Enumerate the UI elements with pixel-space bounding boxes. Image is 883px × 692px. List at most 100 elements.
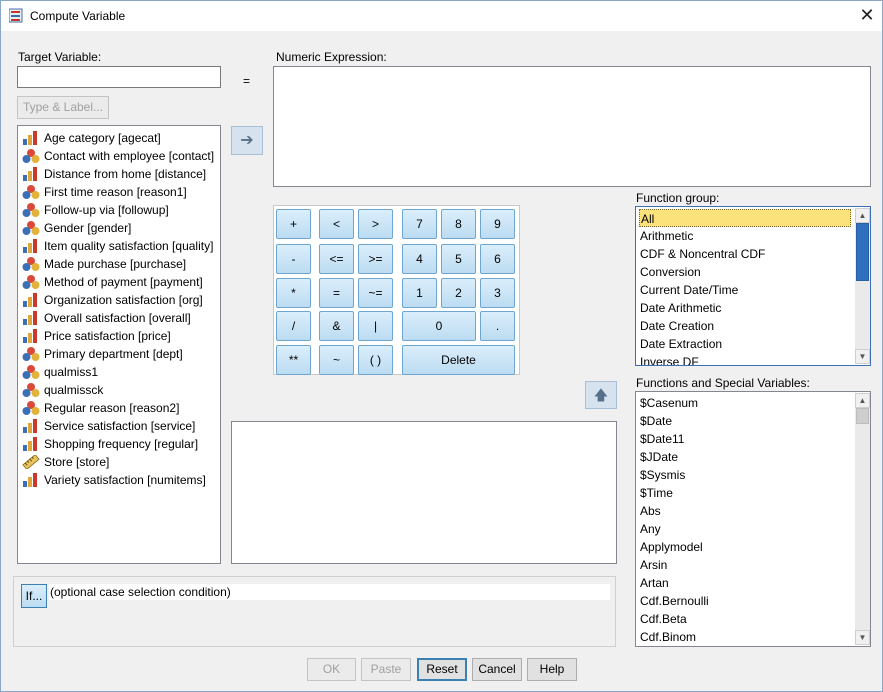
variable-label: Item quality satisfaction [quality] (44, 239, 214, 253)
scroll-down-icon[interactable]: ▼ (855, 349, 870, 364)
key-less-equal[interactable]: <= (319, 244, 354, 274)
key-parentheses[interactable]: ( ) (358, 345, 393, 375)
variable-label: Contact with employee [contact] (44, 149, 215, 163)
scroll-down-icon[interactable]: ▼ (855, 630, 870, 645)
function-list-item[interactable]: $Time (639, 484, 851, 502)
function-list-item[interactable]: Any (639, 520, 851, 538)
key-equal[interactable]: = (319, 278, 354, 308)
key-or[interactable]: | (358, 311, 393, 341)
function-group-list[interactable]: ▲ ▼ All Arithmetic CDF & Noncentral CDF Con… (635, 206, 871, 366)
function-list-item[interactable]: $Date11 (639, 430, 851, 448)
key-greater-than[interactable]: > (358, 209, 393, 239)
key-not[interactable]: ~ (319, 345, 354, 375)
nominal-circles-icon (22, 221, 40, 235)
function-group-item[interactable]: Inverse DF (639, 353, 851, 365)
function-list-item[interactable]: Cdf.Beta (639, 610, 851, 628)
scroll-thumb[interactable] (856, 223, 869, 281)
key-8[interactable]: 8 (441, 209, 476, 239)
key-2[interactable]: 2 (441, 278, 476, 308)
function-list-item[interactable]: Applymodel (639, 538, 851, 556)
key-decimal[interactable]: . (480, 311, 515, 341)
function-list-item[interactable]: $Casenum (639, 394, 851, 412)
functions-label: Functions and Special Variables: (636, 376, 810, 390)
functions-scrollbar[interactable]: ▲ ▼ (855, 393, 870, 645)
function-group-item[interactable]: Date Extraction (639, 335, 851, 353)
move-variable-button[interactable]: ➔ (231, 126, 263, 155)
function-list-item[interactable]: Cdf.Bernoulli (639, 592, 851, 610)
function-list-item[interactable]: $JDate (639, 448, 851, 466)
ordinal-bar-icon (22, 167, 40, 181)
key-plus[interactable]: + (276, 209, 311, 239)
calculator-keypad: + < > 7 8 9 - <= >= 4 5 6 * = ~= 1 2 3 /… (273, 205, 520, 375)
nominal-circles-icon (22, 203, 40, 217)
key-6[interactable]: 6 (480, 244, 515, 274)
variable-label: Method of payment [payment] (44, 275, 203, 289)
scroll-up-icon[interactable]: ▲ (855, 393, 870, 408)
function-list-item[interactable]: Cdf.Binom (639, 628, 851, 646)
reset-button[interactable]: Reset (417, 658, 467, 681)
variable-label: Store [store] (44, 455, 110, 469)
key-less-than[interactable]: < (319, 209, 354, 239)
insert-function-button[interactable]: 🡅 (585, 381, 617, 409)
key-delete[interactable]: Delete (402, 345, 515, 375)
function-group-scrollbar[interactable]: ▲ ▼ (855, 208, 870, 364)
key-minus[interactable]: - (276, 244, 311, 274)
target-variable-input[interactable] (17, 66, 221, 88)
help-button[interactable]: Help (527, 658, 577, 681)
function-group-item[interactable]: Date Creation (639, 317, 851, 335)
key-greater-equal[interactable]: >= (358, 244, 393, 274)
key-5[interactable]: 5 (441, 244, 476, 274)
if-button[interactable]: If... (21, 584, 47, 608)
target-variable-label: Target Variable: (18, 50, 102, 64)
variable-label: Made purchase [purchase] (44, 257, 187, 271)
function-group-item[interactable]: CDF & Noncentral CDF (639, 245, 851, 263)
variable-label: Shopping frequency [regular] (44, 437, 199, 451)
nominal-circles-icon (22, 347, 40, 361)
nominal-circles-icon (22, 149, 40, 163)
function-group-item[interactable]: Current Date/Time (639, 281, 851, 299)
scroll-thumb[interactable] (856, 408, 869, 424)
key-9[interactable]: 9 (480, 209, 515, 239)
function-group-item[interactable]: Date Arithmetic (639, 299, 851, 317)
function-group-item[interactable]: Arithmetic (639, 227, 851, 245)
ordinal-bar-icon (22, 329, 40, 343)
function-group-item[interactable]: Conversion (639, 263, 851, 281)
variable-list[interactable]: Age category [agecat] Contact with employ… (17, 125, 221, 564)
key-divide[interactable]: / (276, 311, 311, 341)
key-not-equal[interactable]: ~= (358, 278, 393, 308)
nominal-circles-icon (22, 401, 40, 415)
type-label-button[interactable]: Type & Label... (17, 96, 109, 119)
ordinal-bar-icon (22, 419, 40, 433)
paste-button[interactable]: Paste (361, 658, 411, 681)
function-group-item[interactable]: All (639, 209, 851, 227)
ok-button[interactable]: OK (307, 658, 356, 681)
key-7[interactable]: 7 (402, 209, 437, 239)
numeric-expression-input[interactable] (273, 66, 871, 187)
function-list-item[interactable]: $Date (639, 412, 851, 430)
ordinal-bar-icon (22, 293, 40, 307)
key-power[interactable]: ** (276, 345, 311, 375)
cancel-button[interactable]: Cancel (472, 658, 522, 681)
key-multiply[interactable]: * (276, 278, 311, 308)
ordinal-bar-icon (22, 437, 40, 451)
key-and[interactable]: & (319, 311, 354, 341)
functions-list[interactable]: ▲ ▼ $Casenum $Date $Date11 $JDate $Sysmis $Ti… (635, 391, 871, 647)
variable-label: First time reason [reason1] (44, 185, 187, 199)
right-arrow-icon: ➔ (240, 132, 254, 149)
scroll-up-icon[interactable]: ▲ (855, 208, 870, 223)
function-list-item[interactable]: Abs (639, 502, 851, 520)
variable-label: qualmiss1 (44, 365, 99, 379)
function-group-label: Function group: (636, 191, 720, 205)
key-0[interactable]: 0 (402, 311, 476, 341)
key-4[interactable]: 4 (402, 244, 437, 274)
nominal-circles-icon (22, 275, 40, 289)
key-1[interactable]: 1 (402, 278, 437, 308)
function-list-item[interactable]: Artan (639, 574, 851, 592)
scale-ruler-icon (22, 453, 40, 471)
function-list-item[interactable]: $Sysmis (639, 466, 851, 484)
close-icon[interactable]: ✕ (852, 2, 882, 28)
numeric-expression-label: Numeric Expression: (276, 50, 387, 64)
variable-label: Organization satisfaction [org] (44, 293, 203, 307)
function-list-item[interactable]: Arsin (639, 556, 851, 574)
key-3[interactable]: 3 (480, 278, 515, 308)
